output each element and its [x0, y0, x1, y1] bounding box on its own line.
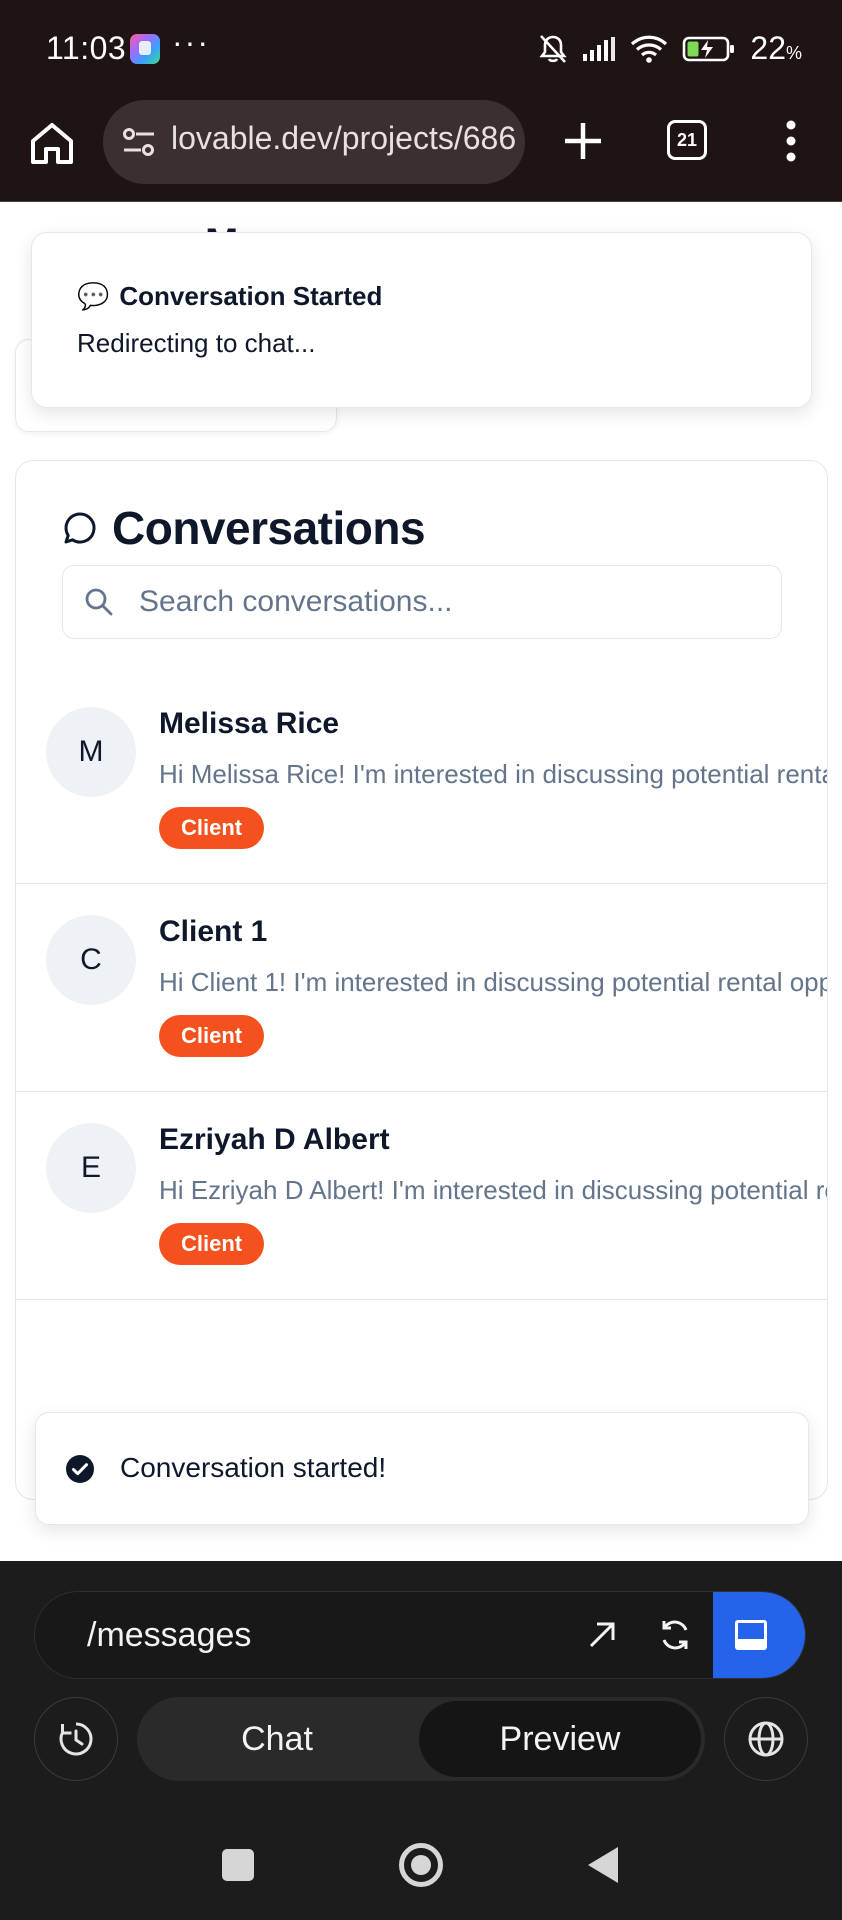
toast-conversation-started: 💬 Conversation Started Redirecting to ch…: [31, 232, 812, 408]
message-preview: Hi Melissa Rice! I'm interested in discu…: [159, 759, 827, 789]
home-button[interactable]: [399, 1843, 443, 1887]
panel-toggle-button[interactable]: [713, 1592, 805, 1678]
search-box[interactable]: [62, 565, 782, 639]
toast-title-text: Conversation Started: [119, 281, 383, 311]
route-bar[interactable]: /messages: [34, 1591, 806, 1679]
history-icon: [59, 1722, 93, 1756]
web-page: M 💬 Conversation Started Redirecting to …: [0, 203, 842, 1561]
message-preview: Hi Ezriyah D Albert! I'm interested in d…: [159, 1175, 827, 1205]
role-badge: Client: [159, 1223, 265, 1265]
panel-bottom-icon: [735, 1620, 767, 1650]
editor-bottom-panel: /messages Chat Preview: [0, 1561, 842, 1813]
conversations-header: Conversations: [62, 501, 426, 555]
avatar: E: [46, 1123, 136, 1213]
publish-button[interactable]: [724, 1697, 808, 1781]
tab-switcher-button[interactable]: 21: [667, 120, 707, 160]
system-nav-bar: [0, 1813, 842, 1920]
clock: 11:03: [46, 30, 127, 66]
message-circle-icon: [64, 512, 96, 544]
role-badge: Client: [159, 1015, 265, 1057]
contact-name: Melissa Rice: [159, 707, 340, 740]
address-bar[interactable]: lovable.dev/projects/686: [103, 100, 525, 184]
wifi-icon: [631, 35, 668, 63]
url-text[interactable]: lovable.dev/projects/686: [171, 120, 515, 157]
history-button[interactable]: [34, 1697, 118, 1781]
battery-percent: 22%: [750, 30, 802, 66]
open-external-icon[interactable]: [583, 1616, 621, 1654]
conversation-row[interactable]: C Client 1 Hi Client 1! I'm interested i…: [16, 885, 827, 1092]
back-button[interactable]: [588, 1847, 618, 1883]
tab-chat[interactable]: Chat: [137, 1697, 417, 1781]
more-vert-icon[interactable]: [778, 116, 804, 166]
route-path[interactable]: /messages: [87, 1616, 251, 1655]
toast-message: Conversation started!: [120, 1452, 387, 1483]
tab-preview[interactable]: Preview: [419, 1701, 701, 1777]
view-toggle: Chat Preview: [137, 1697, 705, 1781]
speech-bubble-icon: 💬: [77, 281, 110, 311]
app-icon: [130, 34, 160, 64]
globe-icon: [748, 1721, 784, 1757]
contact-name: Client 1: [159, 915, 268, 948]
avatar: M: [46, 707, 136, 797]
refresh-icon[interactable]: [656, 1616, 694, 1654]
toast-title: 💬 Conversation Started: [77, 281, 382, 312]
toast-success: Conversation started!: [35, 1412, 809, 1525]
role-badge: Client: [159, 807, 265, 849]
status-bar: 11:03 ··· 22%: [0, 0, 842, 100]
toast-description: Redirecting to chat...: [77, 328, 316, 358]
check-circle-icon: [66, 1455, 94, 1483]
conversations-title: Conversations: [112, 502, 426, 554]
conversations-panel: Conversations M Melissa Rice Hi Melissa …: [15, 460, 828, 1500]
conversation-row[interactable]: M Melissa Rice Hi Melissa Rice! I'm inte…: [16, 677, 827, 884]
bell-off-icon: [539, 34, 567, 63]
battery-charging-icon: [683, 36, 735, 61]
search-icon: [85, 588, 113, 616]
recents-button[interactable]: [222, 1849, 254, 1881]
signal-icon: [583, 36, 616, 61]
conversation-row[interactable]: E Ezriyah D Albert Hi Ezriyah D Albert! …: [16, 1093, 827, 1300]
search-input[interactable]: [139, 578, 759, 626]
avatar: C: [46, 915, 136, 1005]
message-preview: Hi Client 1! I'm interested in discussin…: [159, 967, 827, 997]
site-settings-icon[interactable]: [121, 126, 157, 158]
contact-name: Ezriyah D Albert: [159, 1123, 390, 1156]
plus-icon[interactable]: [558, 116, 608, 166]
status-icons: 22%: [538, 30, 802, 67]
home-icon[interactable]: [26, 118, 78, 170]
browser-toolbar: lovable.dev/projects/686 21: [0, 100, 842, 202]
notification-overflow: ···: [172, 24, 210, 60]
